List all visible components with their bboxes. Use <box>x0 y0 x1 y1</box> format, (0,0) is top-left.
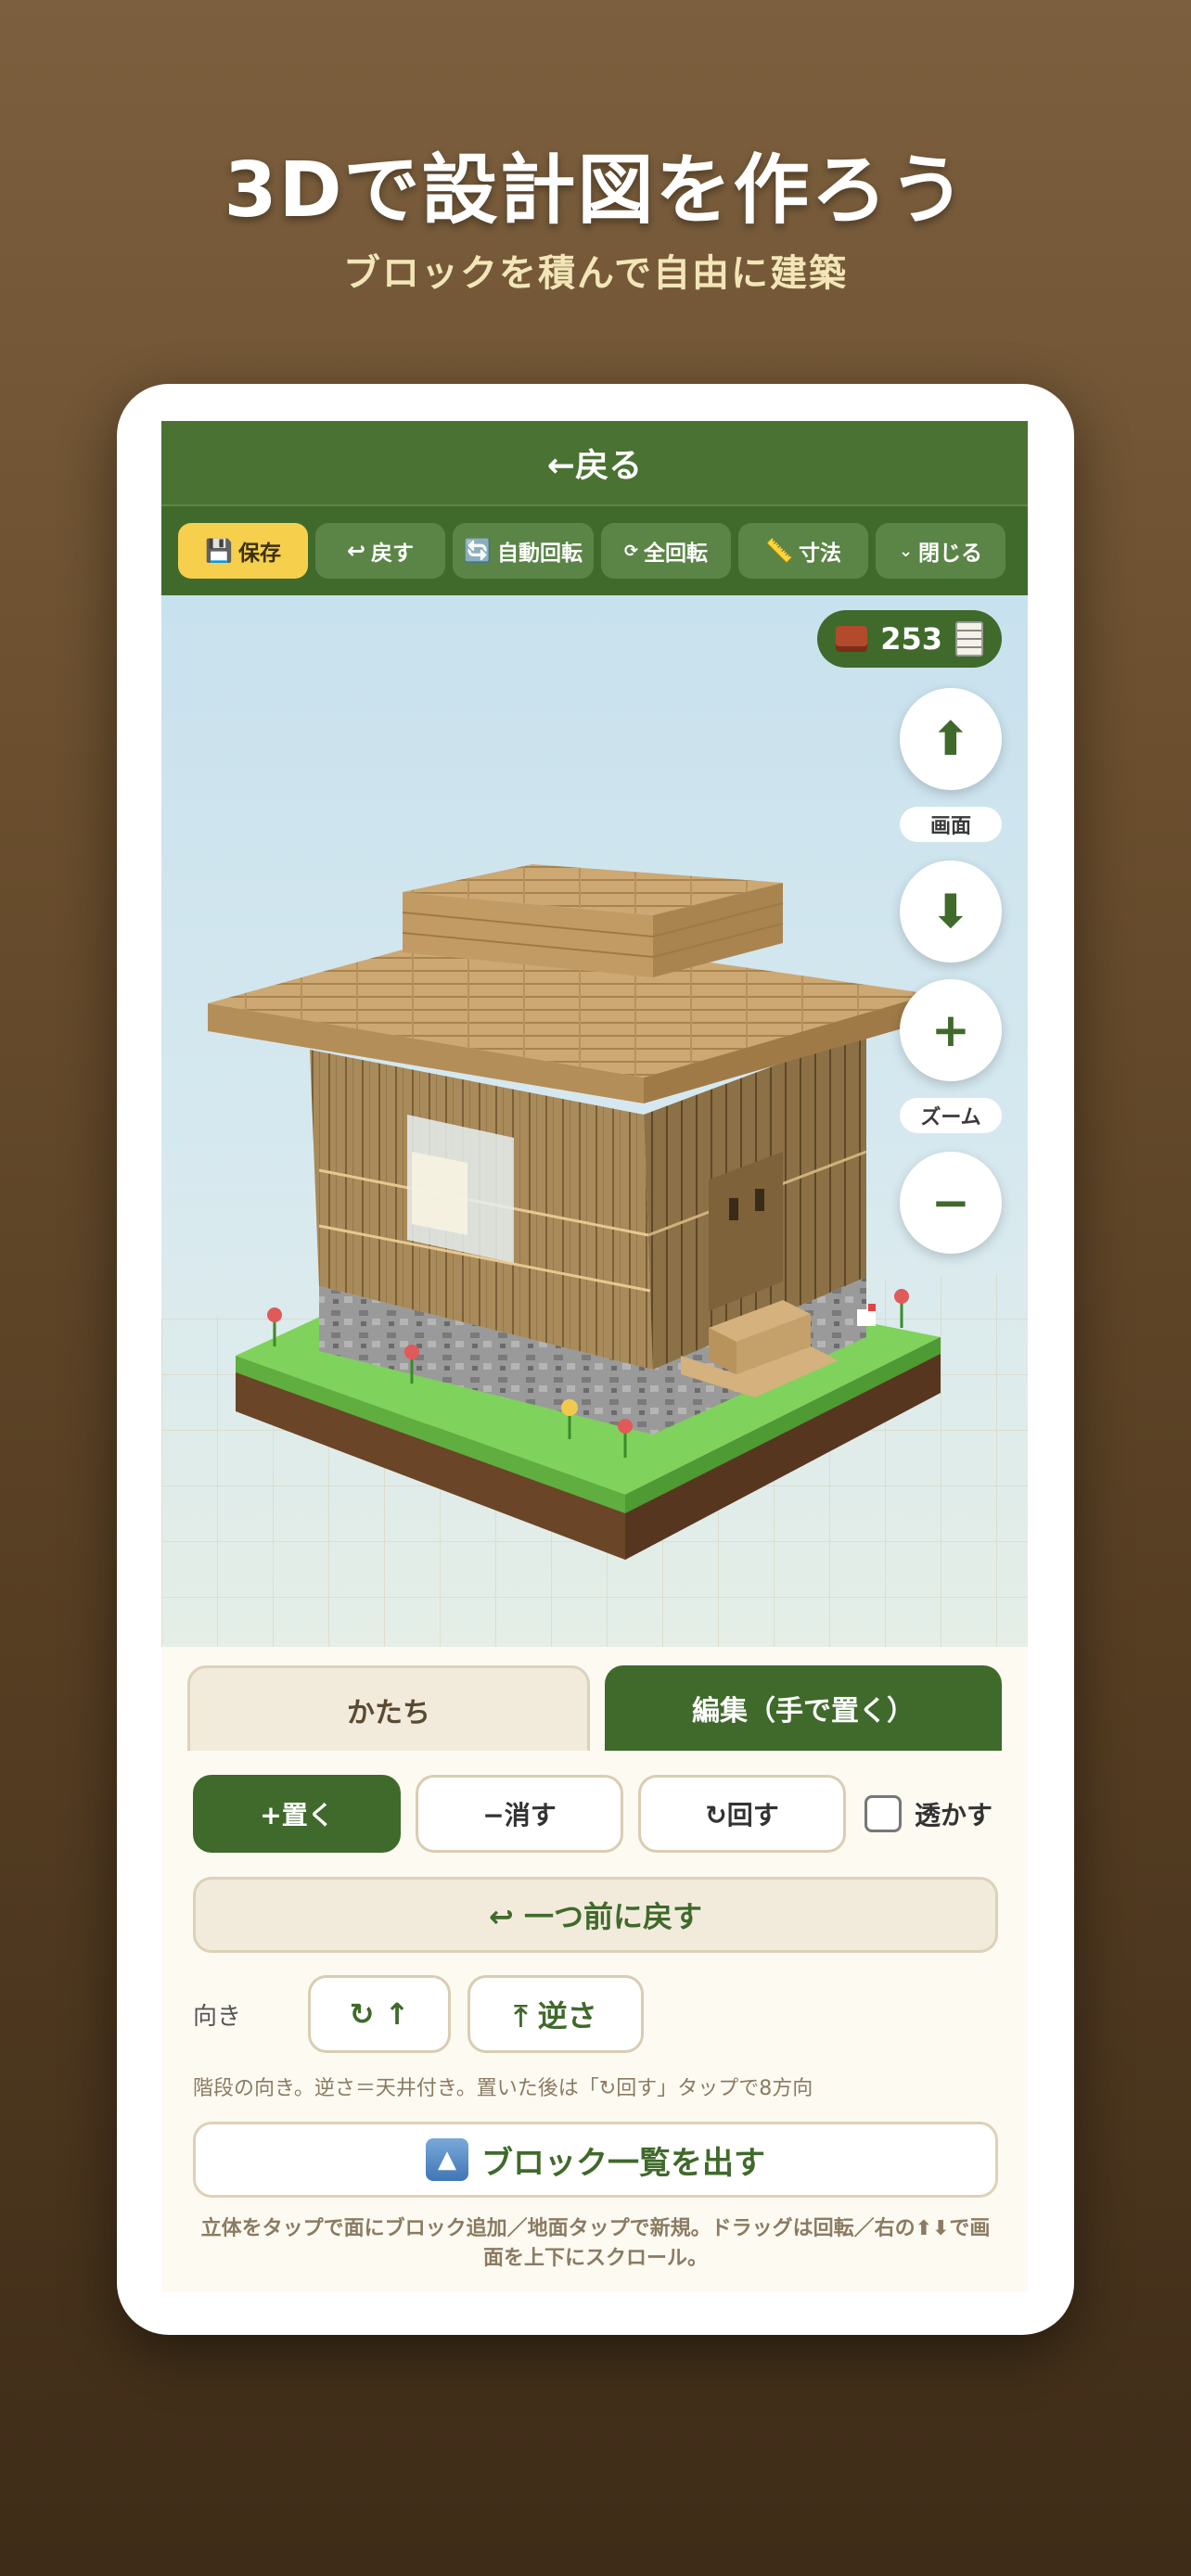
floppy-icon: 💾 <box>205 538 233 564</box>
arrow-down-icon: ⬇ <box>931 885 970 938</box>
orientation-upside-down-button[interactable]: ⤒ 逆さ <box>467 1975 644 2053</box>
action-row: +置く −消す ↻回す 透かす <box>193 1775 1000 1853</box>
dimensions-button[interactable]: 📏 寸法 <box>738 523 868 579</box>
scroll-down-button[interactable]: ⬇ <box>900 861 1002 963</box>
undo-step-button[interactable]: ↩ 一つ前に戻す <box>193 1877 998 1953</box>
arrow-up-icon: ⬆ <box>931 712 970 766</box>
back-button[interactable]: ←戻る <box>161 421 1028 506</box>
plus-icon: + <box>931 1003 970 1057</box>
save-button[interactable]: 💾 保存 <box>178 523 308 579</box>
save-label: 保存 <box>237 542 281 566</box>
back-label: ←戻る <box>546 447 643 485</box>
dimensions-label: 寸法 <box>798 542 841 566</box>
place-button[interactable]: +置く <box>193 1775 401 1853</box>
triangle-up-icon: ▲ <box>426 2138 468 2181</box>
erase-button[interactable]: −消す <box>416 1775 623 1853</box>
hero-title: 3Dで設計図を作ろう <box>224 147 967 235</box>
auto-rotate-label: 自動回転 <box>496 542 583 566</box>
counter-value: 253 <box>880 621 942 657</box>
chevron-down-icon: ⌄ <box>898 541 914 561</box>
screen-label: 画面 <box>900 807 1002 842</box>
ruler-icon: 📏 <box>765 538 793 564</box>
orientation-row: 向き ↻ ↑ ⤒ 逆さ <box>193 1975 998 2053</box>
minus-icon: − <box>931 1176 970 1230</box>
auto-rotate-button[interactable]: 🔄 自動回転 <box>453 523 594 579</box>
transparent-checkbox[interactable] <box>864 1795 902 1832</box>
app-screen: ←戻る 💾 保存 ↩ 戻す 🔄 自動回転 ⟳ 全回転 📏 寸法 ⌄ 閉じる 25… <box>161 421 1028 2292</box>
return-icon: ↩ <box>346 538 366 564</box>
block-list-button[interactable]: ▲ ブロック一覧を出す <box>193 2122 998 2198</box>
rotate-button[interactable]: ↻回す <box>638 1775 846 1853</box>
zoom-label: ズーム <box>900 1098 1002 1133</box>
close-label: 閉じる <box>918 542 983 566</box>
usage-hint: 立体をタップで面にブロック追加／地面タップで新規。ドラッグは回転／右の⬆⬇で画面… <box>200 2217 991 2270</box>
full-rotate-button[interactable]: ⟳ 全回転 <box>601 523 731 579</box>
undo-button[interactable]: ↩ 戻す <box>315 523 445 579</box>
refresh-icon: 🔄 <box>464 538 492 564</box>
toolbar: 💾 保存 ↩ 戻す 🔄 自動回転 ⟳ 全回転 📏 寸法 ⌄ 閉じる <box>161 506 1028 595</box>
block-list-label: ブロック一覧を出す <box>481 2144 765 2182</box>
orientation-up-button[interactable]: ↻ ↑ <box>308 1975 451 2053</box>
undo-label: 戻す <box>371 542 415 566</box>
document-icon <box>955 621 983 657</box>
stairs-hint: 階段の向き。逆さ＝天井付き。置いた後は「↻回す」タップで8方向 <box>193 2077 813 2100</box>
block-counter[interactable]: 253 <box>817 610 1002 668</box>
tab-shape[interactable]: かたち <box>187 1665 590 1751</box>
orientation-label: 向き <box>193 2002 242 2031</box>
3d-viewport[interactable]: 253 ⬆ 画面 ⬇ + ズーム − <box>161 595 1028 1647</box>
close-button[interactable]: ⌄ 閉じる <box>876 523 1005 579</box>
transparent-label: 透かす <box>915 1800 993 1830</box>
scroll-up-button[interactable]: ⬆ <box>900 688 1002 790</box>
transparent-toggle[interactable]: 透かす <box>864 1795 992 1832</box>
zoom-in-button[interactable]: + <box>900 979 1002 1081</box>
mode-tabs: かたち 編集（手で置く） <box>187 1665 1002 1751</box>
hero-subtitle: ブロックを積んで自由に建築 <box>343 252 848 295</box>
zoom-out-button[interactable]: − <box>900 1152 1002 1254</box>
brick-icon <box>836 626 868 652</box>
rotate-icon: ⟳ <box>623 541 639 561</box>
tab-edit[interactable]: 編集（手で置く） <box>605 1665 1002 1751</box>
building-scene[interactable] <box>161 595 1028 1647</box>
full-rotate-label: 全回転 <box>644 542 709 566</box>
